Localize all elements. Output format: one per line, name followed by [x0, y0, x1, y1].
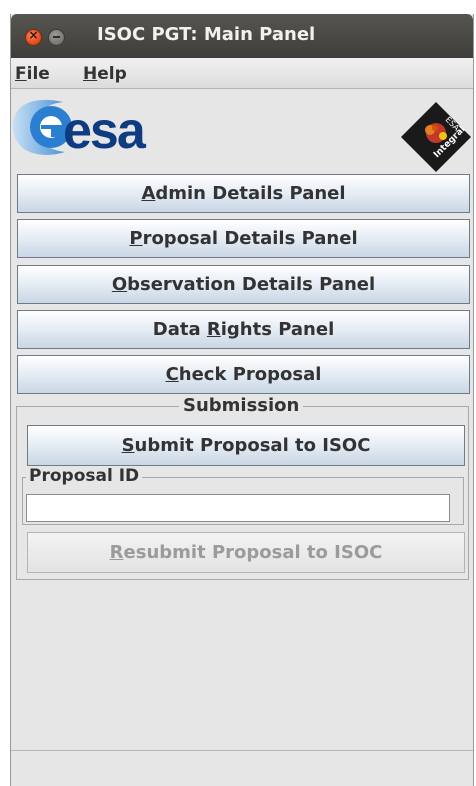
window-title: ISOC PGT: Main Panel [97, 24, 316, 45]
logo-bar: esa ESA Integral [11, 90, 473, 172]
proposal-details-button[interactable]: Proposal Details Panel [17, 219, 470, 258]
integral-mission-icon: ESA Integral [401, 102, 471, 172]
minimize-icon [53, 36, 60, 38]
main-window: × ISOC PGT: Main Panel File Help esa ESA… [10, 14, 474, 786]
esa-logo: esa [11, 90, 191, 170]
title-bar: × ISOC PGT: Main Panel [11, 14, 473, 58]
submit-proposal-button[interactable]: Submit Proposal to ISOC [27, 425, 465, 466]
check-proposal-button[interactable]: Check Proposal [17, 355, 470, 394]
menu-bar: File Help [11, 58, 473, 89]
minimize-button[interactable] [48, 29, 65, 46]
esa-wordmark: esa [63, 102, 146, 160]
submission-legend: Submission [179, 395, 304, 416]
resubmit-proposal-button: Resubmit Proposal to ISOC [27, 532, 465, 573]
close-icon: × [28, 28, 39, 42]
proposal-id-label: Proposal ID [26, 466, 143, 486]
status-bar [11, 750, 473, 786]
data-rights-button[interactable]: Data Rights Panel [17, 310, 470, 349]
close-button[interactable]: × [25, 28, 42, 46]
menu-help[interactable]: Help [83, 64, 127, 84]
submission-group: Submission Submit Proposal to ISOC Propo… [16, 395, 469, 580]
proposal-id-group: Proposal ID [22, 466, 464, 525]
observation-details-button[interactable]: Observation Details Panel [17, 265, 470, 304]
proposal-id-input[interactable] [26, 494, 450, 522]
integral-logo: ESA Integral [399, 100, 473, 174]
admin-details-button[interactable]: Admin Details Panel [17, 174, 470, 213]
menu-file[interactable]: File [15, 64, 50, 84]
